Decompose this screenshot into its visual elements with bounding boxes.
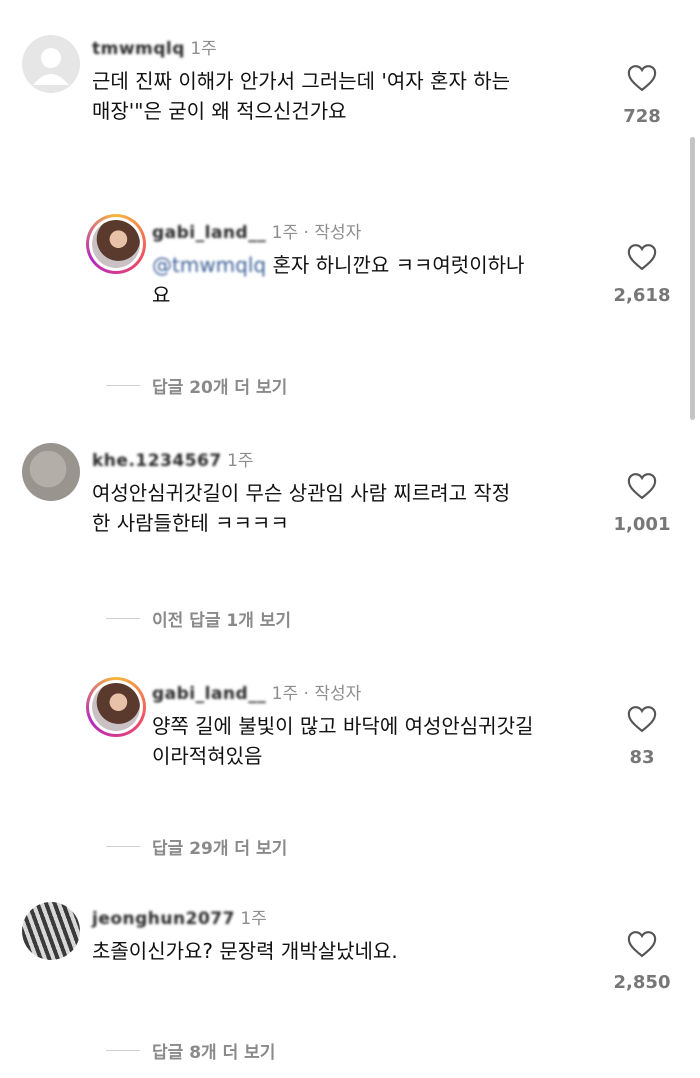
comment-meta: gabi_land__ 1주 · 작성자 xyxy=(152,679,361,704)
comment-text-line: 근데 진짜 이해가 안가서 그러는데 '여자 혼자 하는 xyxy=(92,69,510,93)
comment-text-line: 이라적혀있음 xyxy=(152,744,263,768)
like-button[interactable]: 2,850 xyxy=(612,930,672,993)
view-previous-replies-button[interactable]: 이전 답글 1개 보기 xyxy=(106,606,291,631)
comment-text-line: 매장'"은 굳이 왜 적으신건가요 xyxy=(92,99,347,123)
avatar-default-icon[interactable] xyxy=(22,35,80,93)
avatar[interactable] xyxy=(22,443,80,501)
like-button[interactable]: 728 xyxy=(612,64,672,127)
heart-icon xyxy=(627,706,657,733)
view-replies-label: 답글 20개 더 보기 xyxy=(152,378,288,398)
like-count: 2,618 xyxy=(613,285,671,306)
view-replies-button[interactable]: 답글 29개 더 보기 xyxy=(106,834,287,859)
timestamp: 1주 xyxy=(271,223,299,243)
view-replies-button[interactable]: 답글 8개 더 보기 xyxy=(106,1038,275,1063)
comment-text-line: 여성안심귀갓길이 무슨 상관임 사람 찌르려고 작정 xyxy=(92,481,511,505)
comment-text-line: 양쪽 길에 불빛이 많고 바닥에 여성안심귀갓길 xyxy=(152,714,534,738)
heart-icon xyxy=(627,244,657,271)
like-button[interactable]: 1,001 xyxy=(612,472,672,535)
comment-text: 근데 진짜 이해가 안가서 그러는데 '여자 혼자 하는 매장'"은 굳이 왜 … xyxy=(92,66,602,126)
comment-text: 여성안심귀갓길이 무슨 상관임 사람 찌르려고 작정 한 사람들한테 ㅋㅋㅋㅋ xyxy=(92,478,612,538)
author-badge: 작성자 xyxy=(314,223,362,243)
username[interactable]: gabi_land__ xyxy=(152,223,266,243)
like-button[interactable]: 83 xyxy=(612,705,672,768)
username[interactable]: gabi_land__ xyxy=(152,684,266,704)
avatar[interactable] xyxy=(86,214,146,274)
view-previous-replies-label: 이전 답글 1개 보기 xyxy=(152,611,292,631)
author-badge: 작성자 xyxy=(314,684,362,704)
comment-text: @tmwmqlq 혼자 하니깐요 ㅋㅋ여럿이하나 요 xyxy=(152,250,612,310)
timestamp: 1주 xyxy=(190,39,217,59)
comment-meta: gabi_land__ 1주 · 작성자 xyxy=(152,218,361,243)
view-replies-button[interactable]: 답글 20개 더 보기 xyxy=(106,373,287,398)
comment-text-span: 혼자 하니깐요 ㅋㅋ여럿이하나 xyxy=(272,253,525,277)
comment-meta: jeonghun2077 1주 xyxy=(92,904,267,929)
avatar[interactable] xyxy=(86,677,146,737)
like-count: 1,001 xyxy=(613,514,671,535)
comment-text: 양쪽 길에 불빛이 많고 바닥에 여성안심귀갓길 이라적혀있음 xyxy=(152,711,612,771)
comment-meta: khe.1234567 1주 xyxy=(92,446,254,471)
like-button[interactable]: 2,618 xyxy=(612,243,672,306)
comment-text-line: 초졸이신가요? 문장력 개박살났네요. xyxy=(92,939,398,963)
divider xyxy=(106,1050,140,1051)
scrollbar[interactable] xyxy=(690,137,695,420)
divider xyxy=(106,846,140,847)
heart-icon xyxy=(627,931,657,958)
comment-text-line: 한 사람들한테 ㅋㅋㅋㅋ xyxy=(92,511,289,535)
like-count: 2,850 xyxy=(613,972,671,993)
like-count: 728 xyxy=(623,106,661,127)
username[interactable]: jeonghun2077 xyxy=(92,909,235,929)
avatar[interactable] xyxy=(22,902,80,960)
separator: · xyxy=(298,684,315,704)
username[interactable]: tmwmqlq xyxy=(92,39,185,59)
username[interactable]: khe.1234567 xyxy=(92,451,222,471)
comment-text-line: @tmwmqlq 혼자 하니깐요 ㅋㅋ여럿이하나 xyxy=(152,250,612,280)
comment-text-line: 요 xyxy=(152,283,171,307)
mention-link[interactable]: @tmwmqlq xyxy=(152,253,266,277)
divider xyxy=(106,385,140,386)
view-replies-label: 답글 8개 더 보기 xyxy=(152,1043,276,1063)
comment-meta: tmwmqlq 1주 xyxy=(92,34,217,59)
view-replies-label: 답글 29개 더 보기 xyxy=(152,839,288,859)
timestamp: 1주 xyxy=(240,909,267,929)
like-count: 83 xyxy=(629,747,655,768)
separator: · xyxy=(298,223,315,243)
heart-icon xyxy=(627,65,657,92)
divider xyxy=(106,618,140,619)
comment-text: 초졸이신가요? 문장력 개박살났네요. xyxy=(92,936,612,966)
heart-icon xyxy=(627,473,657,500)
timestamp: 1주 xyxy=(271,684,299,704)
timestamp: 1주 xyxy=(227,451,254,471)
